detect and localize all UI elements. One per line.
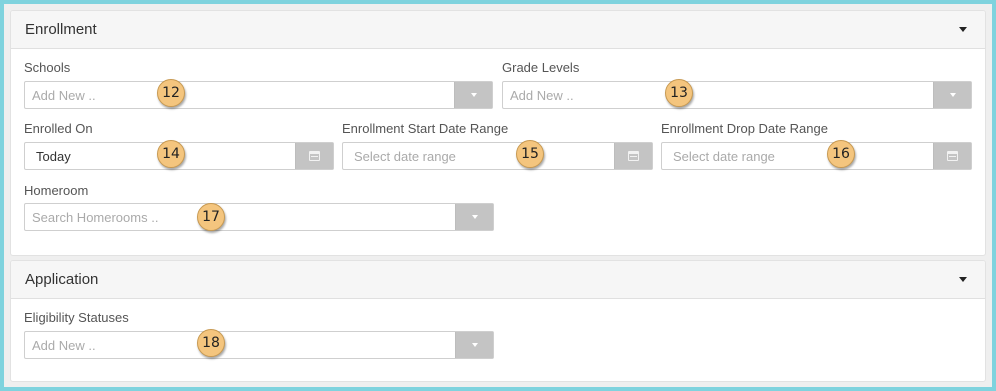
enrolled-on-label: Enrolled On (24, 121, 93, 136)
grade-levels-dropdown-button[interactable] (933, 82, 971, 108)
schools-dropdown-button[interactable] (454, 82, 492, 108)
homeroom-dropdown-button[interactable] (455, 204, 493, 230)
start-range-input[interactable]: Select date range (342, 142, 653, 170)
calendar-icon (309, 151, 320, 161)
callout-badge-16: 16 (827, 140, 855, 168)
homeroom-placeholder[interactable]: Search Homerooms .. (25, 210, 455, 225)
drop-range-input[interactable]: Select date range (661, 142, 972, 170)
start-range-calendar-button[interactable] (614, 143, 652, 169)
calendar-icon (947, 151, 958, 161)
chevron-down-icon (471, 215, 478, 219)
eligibility-dropdown-button[interactable] (455, 332, 493, 358)
schools-select[interactable]: Add New .. (24, 81, 493, 109)
enrollment-title: Enrollment (25, 21, 97, 38)
drop-range-label: Enrollment Drop Date Range (661, 121, 828, 136)
schools-label: Schools (24, 60, 71, 75)
collapse-caret-icon[interactable] (959, 277, 967, 282)
callout-badge-15: 15 (516, 140, 544, 168)
callout-badge-12: 12 (157, 79, 185, 107)
chevron-down-icon (470, 93, 477, 97)
callout-badge-17: 17 (197, 203, 225, 231)
start-range-label: Enrollment Start Date Range (342, 121, 509, 136)
enrollment-panel: Enrollment Schools Add New .. Grade Leve… (10, 10, 986, 256)
enrollment-panel-header[interactable]: Enrollment (11, 11, 985, 49)
drop-range-calendar-button[interactable] (933, 143, 971, 169)
chevron-down-icon (471, 343, 478, 347)
grade-levels-placeholder[interactable]: Add New .. (503, 88, 933, 103)
callout-badge-18: 18 (197, 329, 225, 357)
chevron-down-icon (949, 93, 956, 97)
eligibility-select[interactable]: Add New .. (24, 331, 494, 359)
application-panel-header[interactable]: Application (11, 261, 985, 299)
grade-levels-label: Grade Levels (502, 60, 580, 75)
schools-placeholder[interactable]: Add New .. (25, 88, 454, 103)
calendar-icon (628, 151, 639, 161)
grade-levels-select[interactable]: Add New .. (502, 81, 972, 109)
start-range-placeholder[interactable]: Select date range (343, 149, 614, 164)
application-panel: Application Eligibility Statuses Add New… (10, 260, 986, 382)
homeroom-label: Homeroom (24, 183, 89, 198)
application-title: Application (25, 271, 99, 288)
eligibility-label: Eligibility Statuses (24, 310, 129, 325)
collapse-caret-icon[interactable] (959, 27, 967, 32)
eligibility-placeholder[interactable]: Add New .. (25, 338, 455, 353)
page-frame: Enrollment Schools Add New .. Grade Leve… (4, 4, 992, 387)
drop-range-placeholder[interactable]: Select date range (662, 149, 933, 164)
callout-badge-13: 13 (665, 79, 693, 107)
homeroom-select[interactable]: Search Homerooms .. (24, 203, 494, 231)
callout-badge-14: 14 (157, 140, 185, 168)
enrolled-on-calendar-button[interactable] (295, 143, 333, 169)
